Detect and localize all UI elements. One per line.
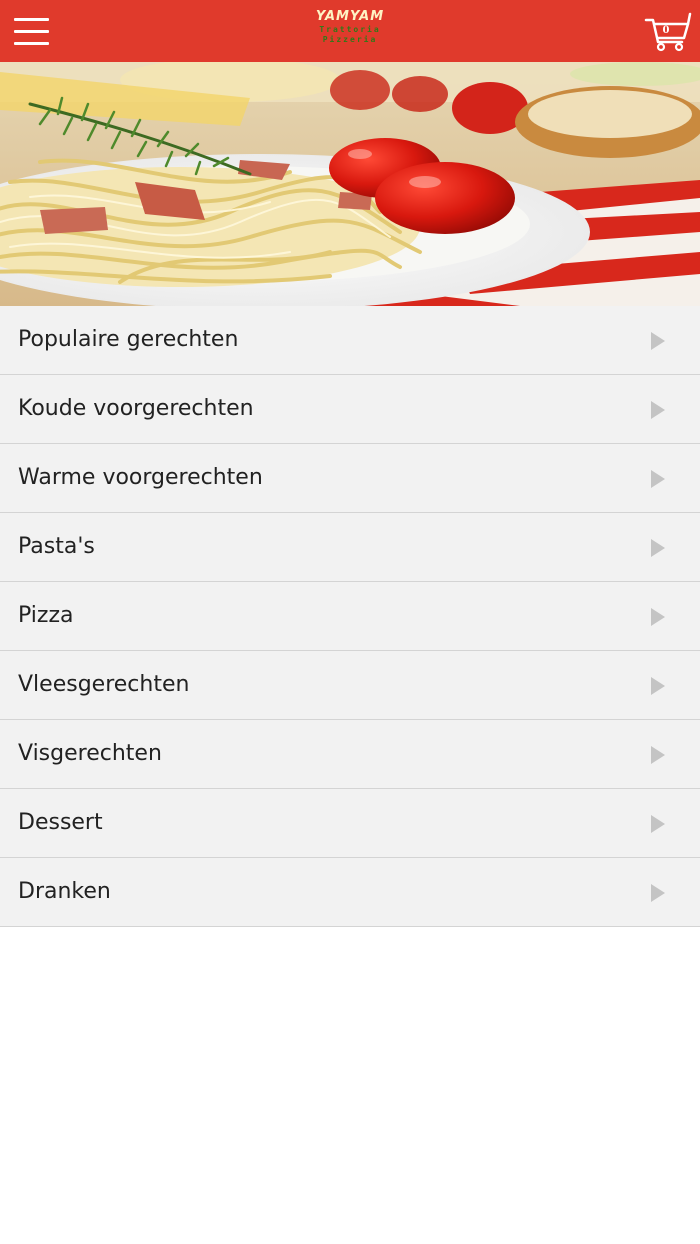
yamyam-logo[interactable]: YAMYAM Trattoria Pizzeria (300, 8, 400, 54)
menu-item-koude-voorgerechten[interactable]: Koude voorgerechten (0, 375, 700, 444)
menu-item-label: Warme voorgerechten (18, 465, 263, 490)
chevron-right-icon (651, 401, 665, 419)
app-header: YAMYAM Trattoria Pizzeria 0 (0, 0, 700, 62)
logo-line-1: YAMYAM (315, 9, 385, 24)
chevron-right-icon (651, 815, 665, 833)
menu-item-vleesgerechten[interactable]: Vleesgerechten (0, 651, 700, 720)
cart-count-badge: 0 (662, 25, 670, 36)
menu-item-dessert[interactable]: Dessert (0, 789, 700, 858)
chevron-right-icon (651, 470, 665, 488)
hamburger-menu-button[interactable] (14, 18, 49, 45)
hero-image (0, 62, 700, 306)
logo-line-2: Trattoria (319, 25, 381, 34)
chevron-right-icon (651, 539, 665, 557)
menu-item-label: Vleesgerechten (18, 672, 190, 697)
menu-item-label: Visgerechten (18, 741, 162, 766)
menu-item-pizza[interactable]: Pizza (0, 582, 700, 651)
menu-item-label: Dranken (18, 879, 111, 904)
chevron-right-icon (651, 884, 665, 902)
menu-item-label: Koude voorgerechten (18, 396, 254, 421)
chevron-right-icon (651, 746, 665, 764)
menu-item-label: Dessert (18, 810, 103, 835)
pasta-dish-photo (0, 62, 700, 306)
chevron-right-icon (651, 677, 665, 695)
menu-item-label: Populaire gerechten (18, 327, 239, 352)
menu-item-dranken[interactable]: Dranken (0, 858, 700, 927)
hamburger-icon (14, 18, 49, 21)
menu-item-warme-voorgerechten[interactable]: Warme voorgerechten (0, 444, 700, 513)
menu-item-label: Pasta's (18, 534, 95, 559)
cart-button[interactable]: 0 (644, 12, 692, 52)
menu-item-populaire-gerechten[interactable]: Populaire gerechten (0, 306, 700, 375)
logo-line-3: Pizzeria (322, 35, 378, 44)
chevron-right-icon (651, 608, 665, 626)
menu-item-label: Pizza (18, 603, 74, 628)
chevron-right-icon (651, 332, 665, 350)
menu-item-pastas[interactable]: Pasta's (0, 513, 700, 582)
category-menu: Populaire gerechten Koude voorgerechten … (0, 306, 700, 927)
menu-item-visgerechten[interactable]: Visgerechten (0, 720, 700, 789)
